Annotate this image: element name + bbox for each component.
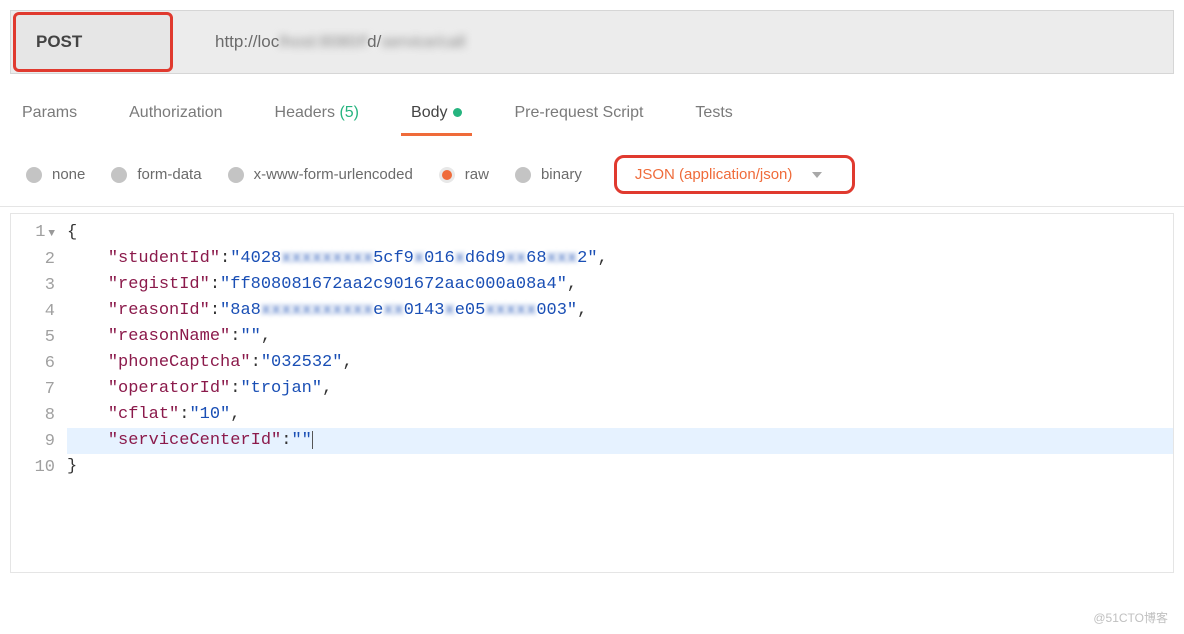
fold-icon[interactable]: ▼ [48,228,55,240]
line-gutter: 1▼ 2 3 4 5 6 7 8 9 10 [11,220,67,566]
code-content[interactable]: { "studentId":"4028xxxxxxxxx5cf9x016xd6d… [67,220,1173,566]
url-text-blur1: lhost:8080/f [279,32,367,52]
body-type-row: none form-data x-www-form-urlencoded raw… [0,137,1184,207]
radio-none[interactable]: none [26,166,85,183]
http-method-select[interactable]: POST [13,12,173,72]
content-type-label: JSON (application/json) [635,166,793,183]
request-tabs: Params Authorization Headers (5) Body Pr… [0,74,1184,137]
watermark-text: @51CTO博客 [1093,609,1168,626]
tab-prerequest[interactable]: Pre-request Script [510,98,647,136]
tab-headers[interactable]: Headers (5) [271,98,364,136]
code-editor[interactable]: 1▼ 2 3 4 5 6 7 8 9 10 { "studentId":"402… [10,213,1174,573]
body-modified-dot-icon [453,108,462,117]
tab-authorization[interactable]: Authorization [125,98,226,136]
radio-icon [26,167,42,183]
radio-icon [439,167,455,183]
tab-body[interactable]: Body [407,98,466,136]
http-method-label: POST [36,32,82,52]
radio-urlencoded[interactable]: x-www-form-urlencoded [228,166,413,183]
text-cursor-icon [312,431,313,449]
radio-form-data[interactable]: form-data [111,166,201,183]
tab-params[interactable]: Params [18,98,81,136]
url-input[interactable]: http://loclhost:8080/fd/service/call [175,16,1173,68]
radio-icon [111,167,127,183]
radio-icon [228,167,244,183]
url-text-blur2: service/call [381,32,465,52]
request-bar: POST http://loclhost:8080/fd/service/cal… [10,10,1174,74]
content-type-select[interactable]: JSON (application/json) [614,155,856,194]
radio-icon [515,167,531,183]
url-text-mid: d/ [367,32,381,52]
tab-tests[interactable]: Tests [691,98,736,136]
url-text-prefix: http://loc [215,32,279,52]
radio-binary[interactable]: binary [515,166,582,183]
chevron-down-icon [812,172,822,178]
headers-count: (5) [339,104,359,121]
radio-raw[interactable]: raw [439,166,489,183]
